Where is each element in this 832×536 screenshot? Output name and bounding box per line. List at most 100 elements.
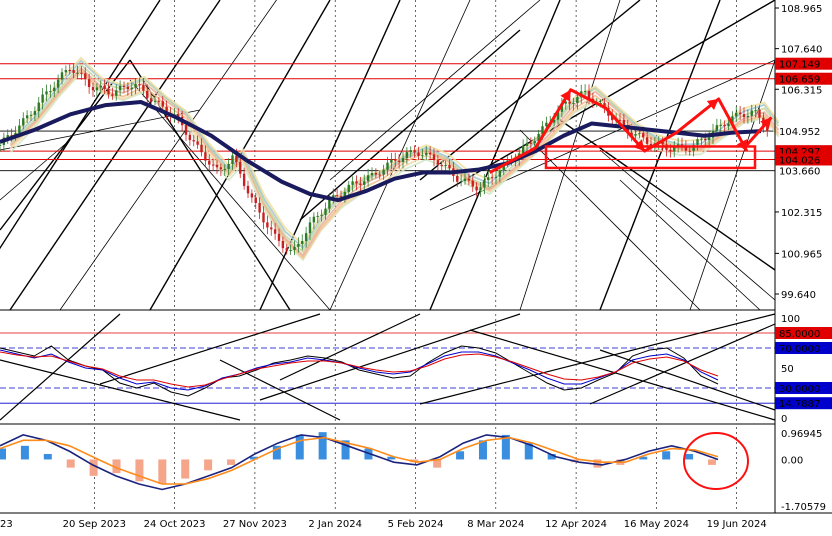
candle-body	[227, 163, 230, 169]
candle-body	[196, 141, 199, 145]
candle-body	[312, 216, 316, 223]
osc-level-label: 85.0000	[779, 329, 820, 340]
candle-body	[45, 91, 48, 95]
macd-histogram-bar	[89, 459, 98, 476]
candle-body	[49, 91, 52, 93]
chart-window: 107.149 106.659 104.952 104.297 104.026 103.6…	[0, 0, 832, 532]
y-tick-label: 106.315	[781, 85, 822, 96]
candle-body	[56, 79, 60, 88]
x-tick-label: 5 Feb 2024	[388, 519, 444, 530]
chart-canvas[interactable]: 107.149106.659104.952104.297104.026103.6…	[0, 0, 832, 532]
candle-body	[297, 243, 300, 247]
candle-body	[638, 133, 641, 135]
candle-body	[149, 98, 153, 102]
candle-body	[456, 175, 459, 182]
macd-tick-label: 0.00	[781, 455, 803, 466]
candle-body	[161, 101, 164, 107]
macd-histogram-bar	[0, 448, 6, 460]
level-tag-label: 104.026	[779, 155, 820, 166]
level-label: 104.952	[779, 127, 820, 138]
macd-tick-label: -1.70579	[781, 502, 826, 513]
candle-body	[707, 137, 711, 141]
candle-body	[355, 181, 358, 184]
candle-body	[242, 173, 246, 186]
x-tick-label: 24 Oct 2023	[144, 519, 206, 530]
candle-body	[192, 140, 195, 142]
candle-body	[324, 208, 327, 215]
x-tick-label: 19 Jun 2024	[707, 519, 767, 530]
macd-histogram-bar	[708, 459, 716, 465]
candle-body	[494, 176, 498, 179]
candle-body	[479, 187, 482, 191]
candle-body	[33, 111, 37, 115]
candle-body	[200, 144, 203, 153]
candle-body	[432, 154, 436, 161]
macd-histogram-bar	[20, 445, 29, 460]
candle-body	[390, 159, 393, 163]
candle-body	[405, 152, 409, 158]
x-tick-label: 8 Mar 2024	[467, 519, 524, 530]
macd-histogram-bar	[227, 459, 236, 465]
candle-body	[231, 155, 234, 164]
candle-body	[498, 170, 502, 177]
macd-histogram-bar	[158, 459, 167, 485]
candle-body	[99, 85, 102, 88]
y-tick-label: 102.315	[781, 208, 822, 219]
candle-body	[363, 181, 366, 185]
candle-body	[715, 125, 719, 131]
candle-body	[727, 123, 730, 127]
candle-body	[91, 87, 95, 91]
y-tick-label: 108.965	[781, 4, 822, 15]
candle-body	[270, 227, 273, 230]
candle-body	[76, 72, 79, 74]
candle-body	[122, 85, 126, 87]
macd-histogram-bar	[295, 434, 304, 460]
candle-body	[421, 155, 424, 157]
osc-level-label: 30.0000	[779, 384, 820, 395]
candle-body	[758, 109, 761, 118]
candle-body	[370, 172, 374, 176]
candle-body	[374, 172, 378, 175]
candle-body	[483, 180, 486, 188]
candle-body	[459, 181, 463, 183]
candle-body	[215, 164, 219, 168]
candle-body	[335, 195, 339, 197]
candle-body	[735, 112, 738, 117]
candle-body	[219, 167, 223, 170]
candle-body	[262, 212, 265, 223]
candle-body	[72, 70, 75, 74]
candle-body	[64, 69, 68, 73]
candle-body	[742, 114, 746, 118]
candle-body	[320, 214, 323, 216]
candle-body	[281, 240, 285, 249]
candle-body	[107, 89, 110, 95]
candle-body	[417, 152, 420, 156]
x-tick-label: 16 May 2024	[624, 519, 689, 530]
candle-body	[235, 155, 238, 163]
candle-body	[401, 157, 405, 162]
candle-body	[525, 142, 529, 146]
candle-body	[366, 175, 370, 182]
candle-body	[142, 84, 145, 91]
candle-body	[359, 183, 362, 185]
macd-histogram-bar	[662, 451, 671, 460]
candle-body	[301, 241, 304, 244]
candle-body	[184, 125, 188, 135]
candle-body	[254, 197, 257, 204]
candle-body	[719, 124, 722, 126]
candle-body	[146, 90, 149, 99]
candle-body	[25, 115, 29, 119]
candle-body	[382, 169, 385, 175]
candle-body	[126, 86, 130, 90]
macd-histogram-bar	[66, 459, 75, 468]
candle-body	[138, 84, 141, 86]
candle-body	[529, 142, 533, 144]
candle-body	[188, 134, 192, 141]
candle-body	[576, 97, 579, 103]
candle-body	[157, 100, 161, 102]
osc-level-label: 70.0000	[779, 344, 820, 355]
osc-tick-label: 100	[781, 314, 800, 325]
candle-body	[0, 144, 2, 146]
candle-body	[103, 85, 106, 90]
candle-body	[277, 233, 281, 241]
